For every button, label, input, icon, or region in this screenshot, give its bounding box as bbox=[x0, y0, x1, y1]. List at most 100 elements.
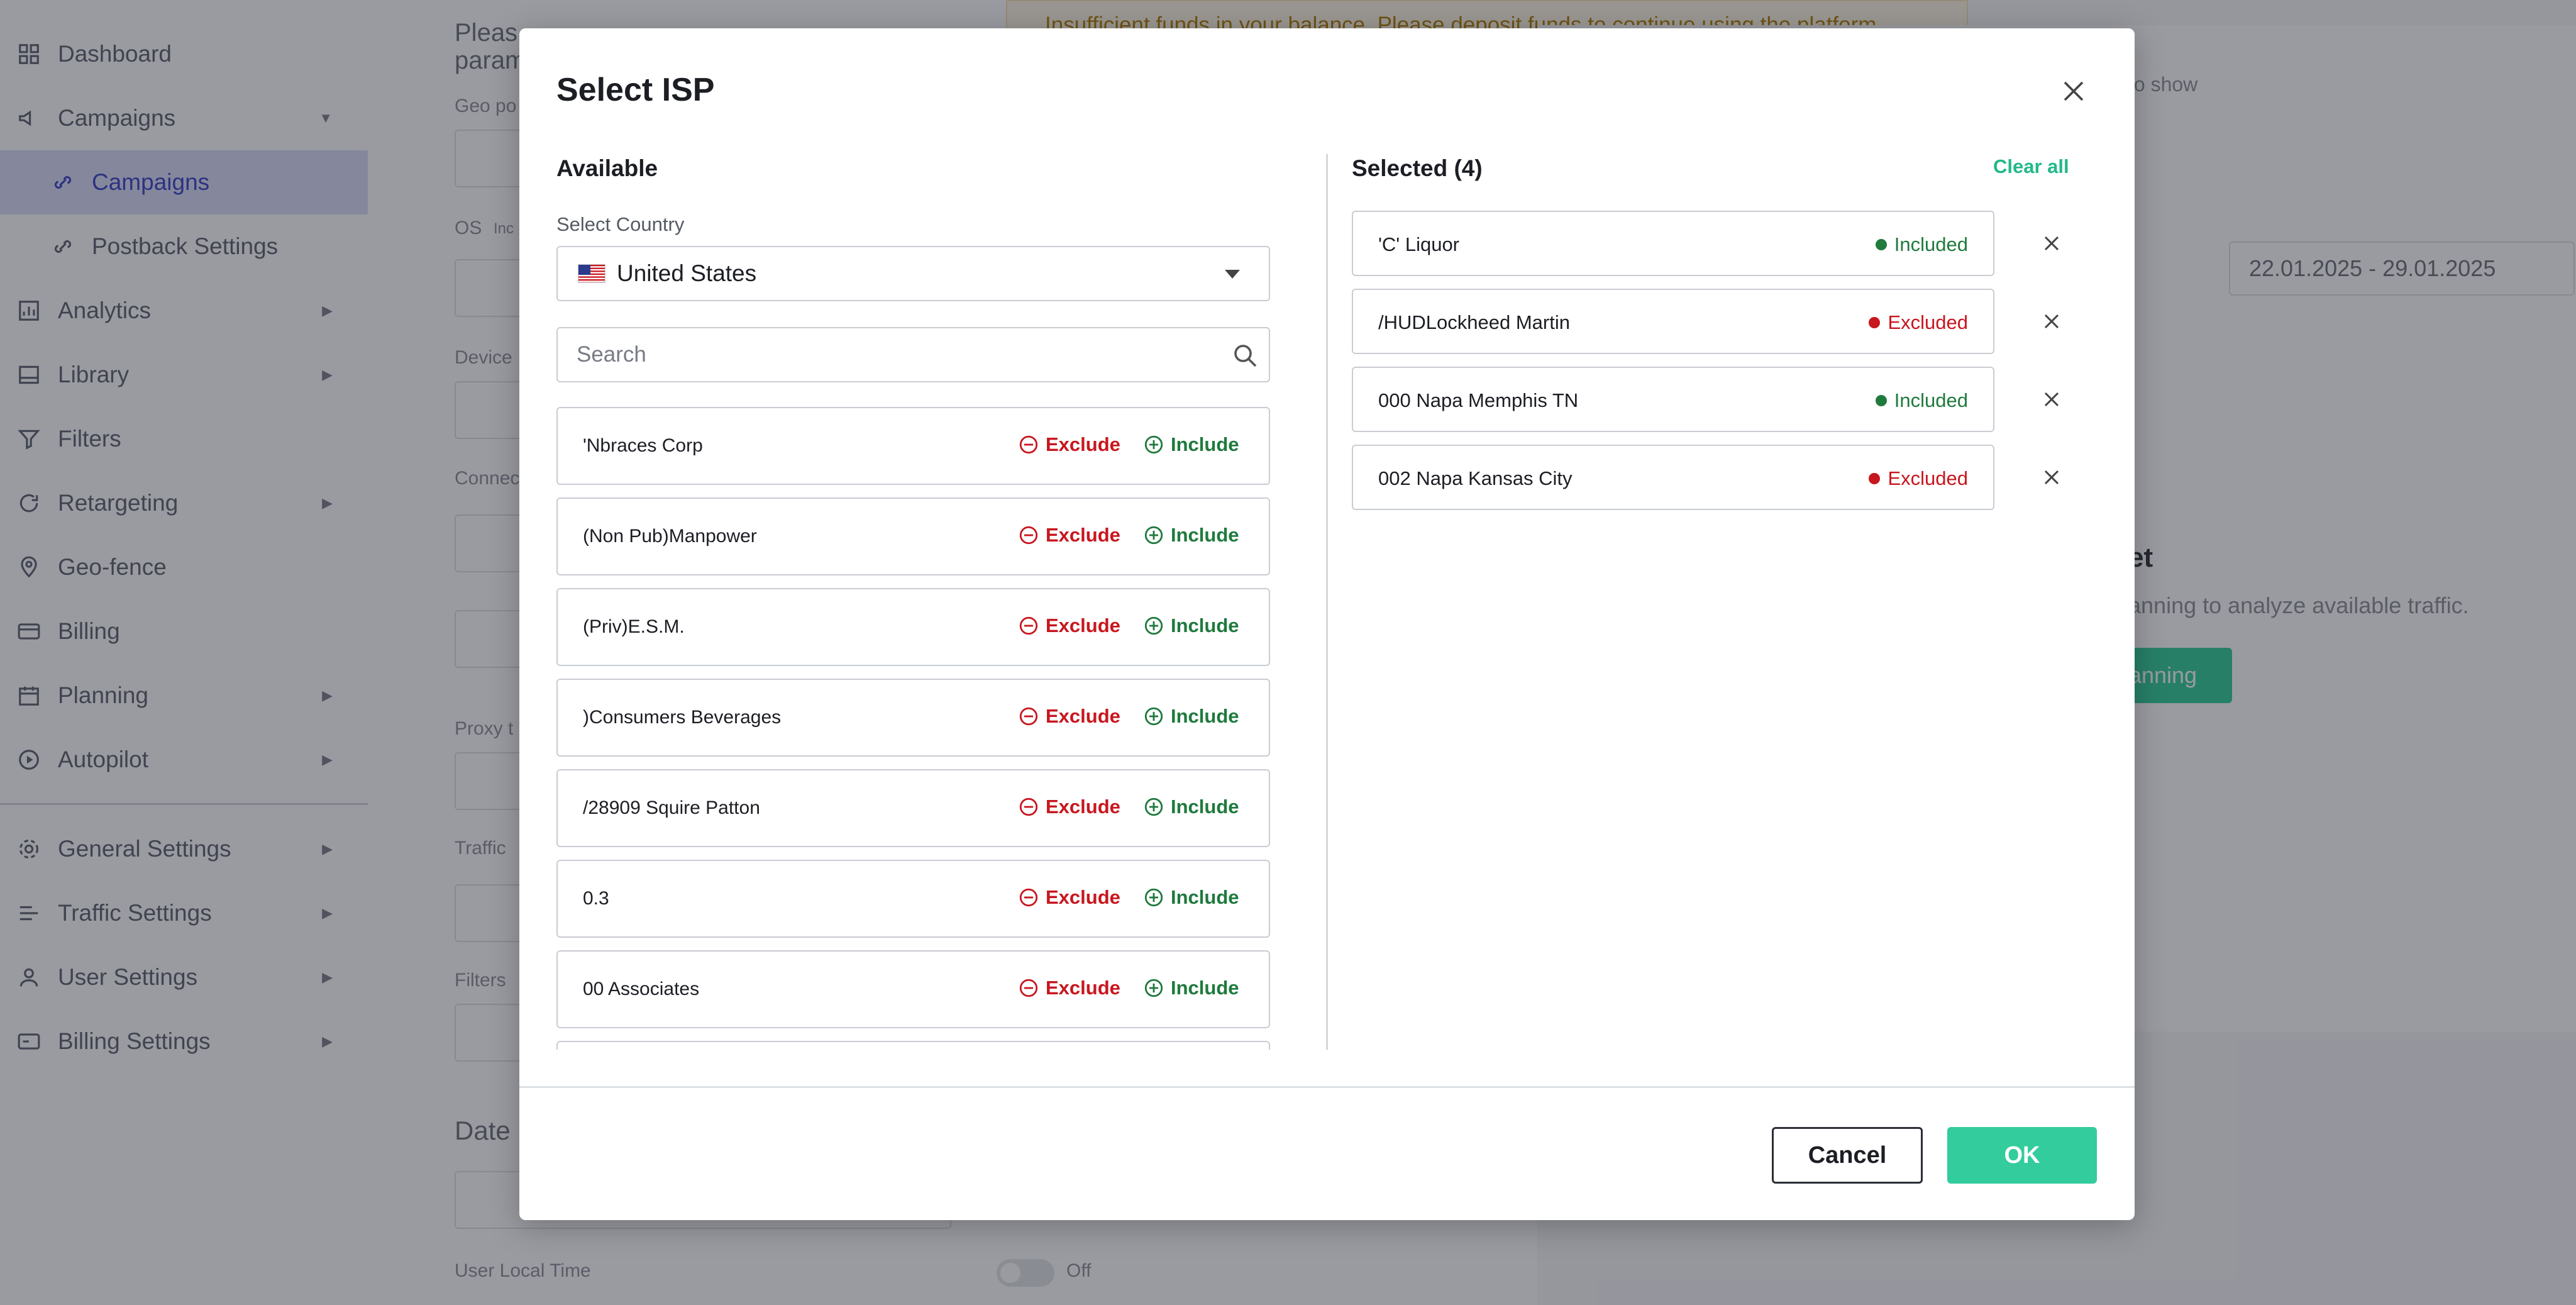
clear-all-link[interactable]: Clear all bbox=[1993, 155, 2069, 178]
selected-item: 000 Napa Memphis TN Included bbox=[1352, 367, 1994, 432]
isp-name: 0.3 bbox=[583, 888, 609, 909]
search-field[interactable] bbox=[556, 327, 1270, 382]
plus-circle-icon bbox=[1144, 888, 1163, 907]
exclude-label: Exclude bbox=[1046, 796, 1120, 818]
plus-circle-icon bbox=[1144, 707, 1163, 726]
list-item: (Non Pub)Manpower Exclude Include bbox=[556, 497, 1270, 575]
status-badge: Included bbox=[1875, 389, 1968, 412]
list-item-partial bbox=[556, 1041, 1270, 1050]
status-text: Excluded bbox=[1888, 311, 1968, 333]
isp-name: /28909 Squire Patton bbox=[583, 797, 760, 818]
minus-circle-icon bbox=[1019, 979, 1038, 997]
selected-item-name: 'C' Liquor bbox=[1378, 233, 1460, 255]
available-list[interactable]: 'Nbraces Corp Exclude Include (Non Pub)M… bbox=[556, 407, 1271, 1050]
minus-circle-icon bbox=[1019, 888, 1038, 907]
plus-circle-icon bbox=[1144, 526, 1163, 545]
status-dot-icon bbox=[1875, 239, 1887, 250]
minus-circle-icon bbox=[1019, 616, 1038, 635]
search-icon[interactable] bbox=[1230, 341, 1261, 371]
exclude-label: Exclude bbox=[1046, 433, 1120, 455]
minus-circle-icon bbox=[1019, 797, 1038, 816]
remove-close-icon[interactable] bbox=[2039, 387, 2064, 412]
list-item: 0.3 Exclude Include bbox=[556, 860, 1270, 938]
available-title: Available bbox=[556, 155, 658, 181]
isp-name: 00 Associates bbox=[583, 979, 700, 999]
us-flag-icon bbox=[578, 264, 605, 283]
exclude-button[interactable]: Exclude bbox=[1018, 977, 1120, 999]
exclude-button[interactable]: Exclude bbox=[1018, 614, 1120, 637]
list-item: 00 Associates Exclude Include bbox=[556, 950, 1270, 1028]
include-label: Include bbox=[1171, 705, 1239, 727]
plus-circle-icon bbox=[1144, 979, 1163, 997]
country-select[interactable]: United States bbox=[556, 246, 1270, 301]
exclude-label: Exclude bbox=[1046, 977, 1120, 999]
exclude-label: Exclude bbox=[1046, 524, 1120, 546]
exclude-label: Exclude bbox=[1046, 705, 1120, 727]
selected-item-name: 000 Napa Memphis TN bbox=[1378, 389, 1579, 411]
selected-item: 002 Napa Kansas City Excluded bbox=[1352, 445, 1994, 510]
selected-item-name: 002 Napa Kansas City bbox=[1378, 467, 1573, 489]
minus-circle-icon bbox=[1019, 707, 1038, 726]
status-badge: Excluded bbox=[1869, 467, 1968, 490]
status-dot-icon bbox=[1869, 317, 1881, 328]
list-item: 'Nbraces Corp Exclude Include bbox=[556, 407, 1270, 485]
exclude-button[interactable]: Exclude bbox=[1018, 433, 1120, 456]
status-dot-icon bbox=[1875, 395, 1887, 406]
selected-item: /HUDLockheed Martin Excluded bbox=[1352, 289, 1994, 354]
selected-item-name: /HUDLockheed Martin bbox=[1378, 311, 1570, 333]
list-item: )Consumers Beverages Exclude Include bbox=[556, 679, 1270, 757]
remove-close-icon[interactable] bbox=[2039, 465, 2064, 490]
chevron-down-icon bbox=[1225, 270, 1240, 279]
selected-title: Selected (4) bbox=[1352, 155, 1483, 181]
plus-circle-icon bbox=[1144, 797, 1163, 816]
status-text: Included bbox=[1894, 233, 1968, 255]
isp-name: (Non Pub)Manpower bbox=[583, 526, 757, 547]
include-button[interactable]: Include bbox=[1143, 796, 1239, 818]
isp-name: )Consumers Beverages bbox=[583, 707, 782, 728]
close-icon[interactable] bbox=[2059, 76, 2089, 106]
list-item: (Priv)E.S.M. Exclude Include bbox=[556, 588, 1270, 666]
plus-circle-icon bbox=[1144, 435, 1163, 454]
exclude-label: Exclude bbox=[1046, 886, 1120, 908]
modal-title: Select ISP bbox=[556, 72, 715, 108]
include-label: Include bbox=[1171, 977, 1239, 999]
exclude-button[interactable]: Exclude bbox=[1018, 705, 1120, 728]
country-value: United States bbox=[617, 260, 757, 286]
search-input[interactable] bbox=[577, 338, 1193, 371]
exclude-button[interactable]: Exclude bbox=[1018, 796, 1120, 818]
minus-circle-icon bbox=[1019, 526, 1038, 545]
isp-name: (Priv)E.S.M. bbox=[583, 616, 685, 637]
minus-circle-icon bbox=[1019, 435, 1038, 454]
include-label: Include bbox=[1171, 433, 1239, 455]
status-badge: Included bbox=[1875, 233, 1968, 256]
footer-divider bbox=[519, 1086, 2135, 1088]
exclude-button[interactable]: Exclude bbox=[1018, 524, 1120, 547]
select-country-label: Select Country bbox=[556, 213, 685, 235]
status-dot-icon bbox=[1869, 473, 1881, 484]
ok-button[interactable]: OK bbox=[1947, 1127, 2097, 1184]
selected-item: 'C' Liquor Included bbox=[1352, 211, 1994, 276]
include-label: Include bbox=[1171, 886, 1239, 908]
remove-close-icon[interactable] bbox=[2039, 231, 2064, 256]
isp-name: 'Nbraces Corp bbox=[583, 435, 703, 456]
list-item: /28909 Squire Patton Exclude Include bbox=[556, 769, 1270, 847]
include-button[interactable]: Include bbox=[1143, 614, 1239, 637]
include-label: Include bbox=[1171, 796, 1239, 818]
include-button[interactable]: Include bbox=[1143, 524, 1239, 547]
select-isp-modal: Select ISP Available Select Country Unit… bbox=[519, 28, 2135, 1220]
include-button[interactable]: Include bbox=[1143, 886, 1239, 909]
status-text: Excluded bbox=[1888, 467, 1968, 489]
exclude-button[interactable]: Exclude bbox=[1018, 886, 1120, 909]
cancel-button[interactable]: Cancel bbox=[1772, 1127, 1923, 1184]
plus-circle-icon bbox=[1144, 616, 1163, 635]
status-text: Included bbox=[1894, 389, 1968, 411]
status-badge: Excluded bbox=[1869, 311, 1968, 334]
include-button[interactable]: Include bbox=[1143, 977, 1239, 999]
column-divider bbox=[1326, 154, 1328, 1050]
include-button[interactable]: Include bbox=[1143, 433, 1239, 456]
include-label: Include bbox=[1171, 524, 1239, 546]
remove-close-icon[interactable] bbox=[2039, 309, 2064, 334]
exclude-label: Exclude bbox=[1046, 614, 1120, 636]
include-label: Include bbox=[1171, 614, 1239, 636]
include-button[interactable]: Include bbox=[1143, 705, 1239, 728]
